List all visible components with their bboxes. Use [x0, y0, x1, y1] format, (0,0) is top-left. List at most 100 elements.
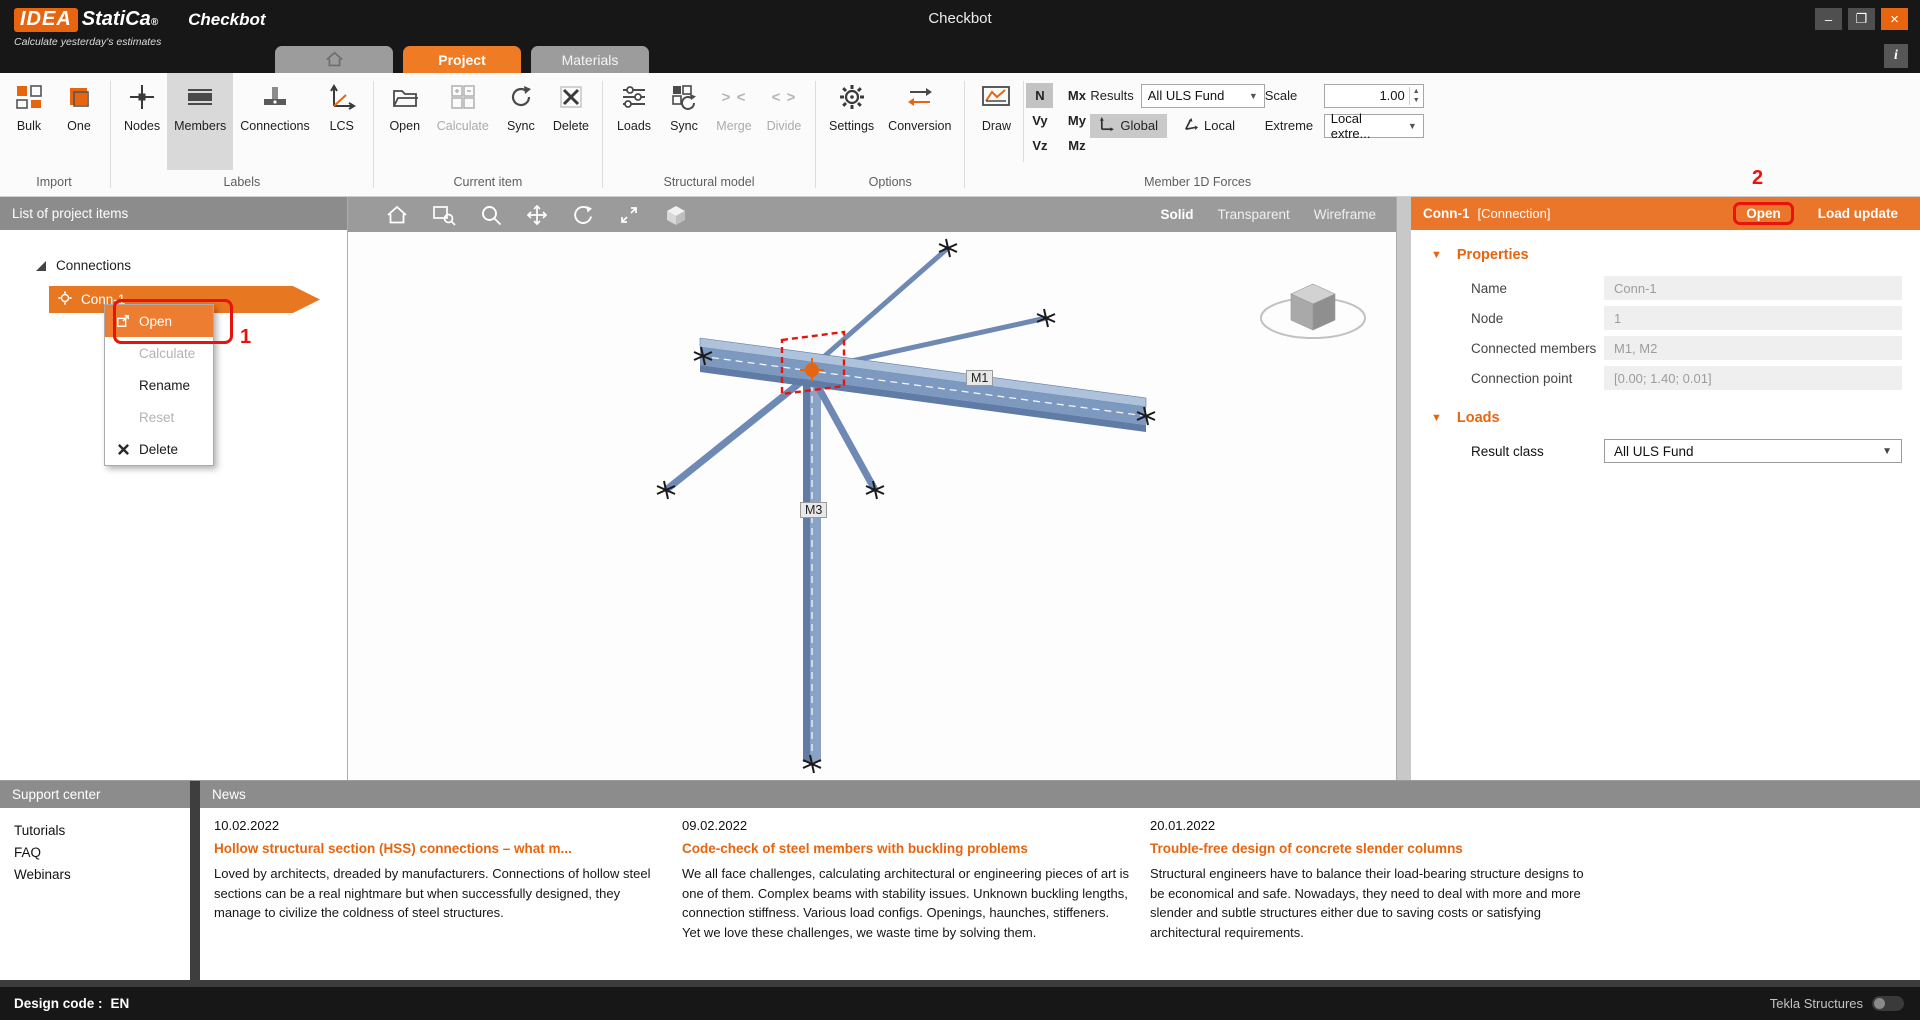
view-mode-transparent[interactable]: Transparent	[1217, 207, 1289, 222]
loads-button[interactable]: Loads	[609, 73, 659, 170]
rotate-icon[interactable]	[572, 204, 594, 226]
connection-title: Conn-1	[1423, 206, 1470, 221]
lcs-button[interactable]: LCS	[317, 73, 367, 170]
support-center-panel: Support center Tutorials FAQ Webinars	[0, 781, 190, 980]
context-menu-reset[interactable]: Reset	[105, 401, 213, 433]
ribbon-separator	[373, 81, 374, 188]
view-home-icon[interactable]	[386, 205, 408, 225]
conversion-button[interactable]: Conversion	[881, 73, 958, 170]
open-connection-button[interactable]: Open	[1733, 202, 1794, 225]
menu-calculate-label: Calculate	[139, 346, 195, 361]
properties-section-header[interactable]: ▼ Properties	[1431, 247, 1920, 263]
article-date: 20.01.2022	[1150, 818, 1598, 833]
sync-current-label: Sync	[507, 119, 535, 133]
context-menu-calculate[interactable]: Calculate	[105, 337, 213, 369]
tree-expander-icon[interactable]	[36, 261, 46, 271]
ribbon-separator	[1023, 81, 1024, 162]
results-label: Results	[1090, 88, 1133, 103]
settings-button[interactable]: Settings	[822, 73, 881, 170]
members-icon	[186, 82, 214, 112]
scale-spinner[interactable]: ▲ ▼	[1409, 87, 1423, 105]
results-controls: Results All ULS Fund ▼ Global	[1090, 73, 1264, 170]
viewport-3d[interactable]: M1 M3	[348, 232, 1396, 780]
sync-current-button[interactable]: Sync	[496, 73, 546, 170]
open-item-button[interactable]: Open	[380, 73, 430, 170]
zoom-fit-icon[interactable]	[618, 204, 640, 226]
viewport-area: Solid Transparent Wireframe	[348, 197, 1396, 780]
annotation-step-2: 2	[1752, 167, 1763, 190]
zoom-window-icon[interactable]	[432, 204, 456, 226]
ribbon-group-structural-model: Loads Sync > < Merge < > Divide Structu	[605, 73, 813, 196]
article-title-link[interactable]: Hollow structural section (HSS) connecti…	[214, 841, 662, 856]
members-button[interactable]: Members	[167, 73, 233, 170]
ribbon-group-member-forces: Draw N Vy Vz Mx My Mz	[967, 73, 1427, 196]
connections-button[interactable]: Connections	[233, 73, 317, 170]
view-mode-solid[interactable]: Solid	[1160, 207, 1193, 222]
context-menu-rename[interactable]: Rename	[105, 369, 213, 401]
tab-materials[interactable]: Materials	[531, 46, 649, 73]
bulk-button[interactable]: Bulk	[4, 73, 54, 170]
divide-button[interactable]: < > Divide	[759, 73, 809, 170]
sync-model-button[interactable]: Sync	[659, 73, 709, 170]
zoom-icon[interactable]	[480, 204, 502, 226]
draw-button[interactable]: Draw	[971, 73, 1021, 170]
scale-input[interactable]: 1.00 ▲ ▼	[1324, 84, 1424, 108]
minimize-button[interactable]: –	[1815, 8, 1842, 30]
connections-root-label: Connections	[56, 258, 131, 273]
load-update-button[interactable]: Load update	[1818, 206, 1898, 221]
local-button[interactable]: Local	[1174, 114, 1244, 138]
info-button[interactable]: i	[1884, 44, 1908, 68]
article-title-link[interactable]: Code-check of steel members with bucklin…	[682, 841, 1130, 856]
node-label: Node	[1411, 311, 1503, 326]
context-menu-open[interactable]: Open	[105, 305, 213, 337]
loads-section-header[interactable]: ▼ Loads	[1431, 410, 1920, 426]
ribbon: Bulk One Import Nodes	[0, 73, 1920, 197]
tab-home[interactable]	[275, 46, 393, 73]
extreme-label: Extreme	[1265, 118, 1317, 133]
extreme-dropdown[interactable]: Local extre... ▼	[1324, 114, 1424, 138]
force-toggle-vy[interactable]: Vy	[1026, 108, 1053, 133]
view-mode-wireframe[interactable]: Wireframe	[1314, 207, 1376, 222]
group-label-import: Import	[4, 170, 104, 196]
properties-section-title: Properties	[1457, 247, 1529, 263]
news-article: 20.01.2022 Trouble-free design of concre…	[1150, 818, 1598, 980]
result-class-dropdown[interactable]: All ULS Fund ▼	[1604, 439, 1902, 463]
divide-icon: < >	[772, 89, 797, 106]
bim-link-toggle[interactable]	[1872, 996, 1904, 1011]
open-folder-icon	[391, 82, 419, 112]
calculate-button[interactable]: Calculate	[430, 73, 496, 170]
tagline: Calculate yesterday's estimates	[14, 36, 266, 48]
one-button[interactable]: One	[54, 73, 104, 170]
delete-button[interactable]: Delete	[546, 73, 596, 170]
force-toggle-my[interactable]: My	[1063, 108, 1090, 133]
ribbon-group-import: Bulk One Import	[0, 73, 108, 196]
pan-icon[interactable]	[526, 204, 548, 226]
article-title-link[interactable]: Trouble-free design of concrete slender …	[1150, 841, 1598, 856]
news-header: News	[200, 781, 1920, 808]
support-link-webinars[interactable]: Webinars	[14, 864, 190, 886]
delete-x-icon	[557, 82, 585, 112]
gear-icon	[838, 82, 866, 112]
isometric-view-icon[interactable]	[664, 203, 688, 227]
support-link-faq[interactable]: FAQ	[14, 842, 190, 864]
tab-project[interactable]: Project	[403, 46, 521, 73]
merge-button[interactable]: > < Merge	[709, 73, 759, 170]
context-menu: Open Calculate Rename Reset	[104, 304, 214, 466]
force-toggle-mz[interactable]: Mz	[1063, 133, 1090, 158]
global-button[interactable]: Global	[1090, 114, 1167, 138]
chevron-down-icon: ▼	[1402, 121, 1417, 131]
support-link-tutorials[interactable]: Tutorials	[14, 820, 190, 842]
results-dropdown[interactable]: All ULS Fund ▼	[1141, 84, 1265, 108]
loads-sliders-icon	[620, 82, 648, 112]
force-toggle-n[interactable]: N	[1026, 83, 1053, 108]
force-toggle-vz[interactable]: Vz	[1026, 133, 1053, 158]
maximize-button[interactable]: ❐	[1848, 8, 1875, 30]
tree-node-connections[interactable]: Connections	[36, 258, 131, 273]
context-menu-delete[interactable]: Delete	[105, 433, 213, 465]
nodes-button[interactable]: Nodes	[117, 73, 167, 170]
group-label-options: Options	[822, 170, 958, 196]
force-toggle-mx[interactable]: Mx	[1063, 83, 1090, 108]
close-button[interactable]: ×	[1881, 8, 1908, 30]
connected-members-label: Connected members	[1411, 341, 1596, 356]
nodes-label: Nodes	[124, 119, 160, 133]
